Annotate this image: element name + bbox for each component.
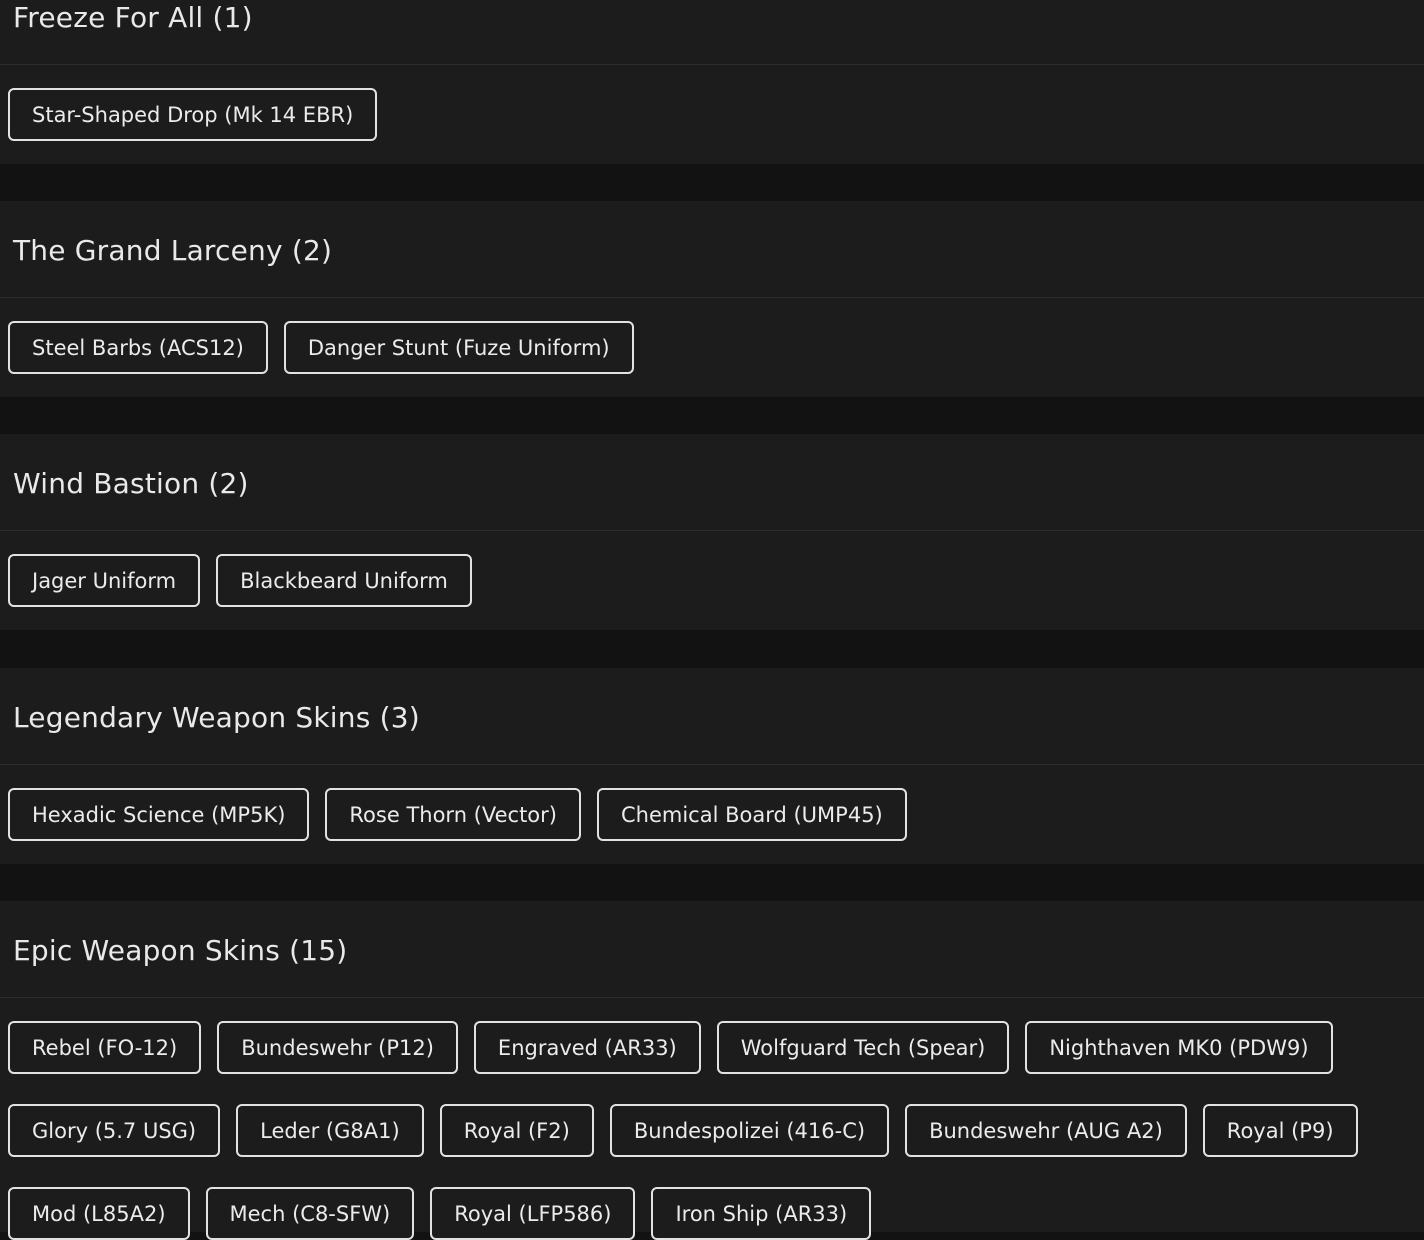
item-chip[interactable]: Glory (5.7 USG) bbox=[8, 1104, 221, 1157]
item-chip[interactable]: Blackbeard Uniform bbox=[216, 554, 472, 607]
item-chip[interactable]: Royal (P9) bbox=[1202, 1104, 1358, 1157]
section-title: The Grand Larceny (2) bbox=[13, 234, 333, 267]
section-wind-bastion: Wind Bastion (2) Jager Uniform Blackbear… bbox=[0, 434, 1424, 630]
item-chip[interactable]: Bundeswehr (AUG A2) bbox=[905, 1104, 1187, 1157]
section-header: Freeze For All (1) bbox=[0, 0, 1424, 65]
section-the-grand-larceny: The Grand Larceny (2) Steel Barbs (ACS12… bbox=[0, 201, 1424, 397]
item-list: Rebel (FO-12) Bundeswehr (P12) Engraved … bbox=[8, 1021, 1408, 1240]
item-chip[interactable]: Leder (G8A1) bbox=[236, 1104, 424, 1157]
section-title: Epic Weapon Skins (15) bbox=[13, 934, 348, 967]
section-header: The Grand Larceny (2) bbox=[0, 201, 1424, 298]
item-chip[interactable]: Star-Shaped Drop (Mk 14 EBR) bbox=[8, 88, 378, 141]
item-chip[interactable]: Rebel (FO-12) bbox=[8, 1021, 202, 1074]
item-chip[interactable]: Hexadic Science (MP5K) bbox=[8, 788, 310, 841]
item-chip[interactable]: Jager Uniform bbox=[8, 554, 201, 607]
item-chip[interactable]: Royal (LFP586) bbox=[430, 1187, 636, 1240]
section-header: Legendary Weapon Skins (3) bbox=[0, 668, 1424, 765]
item-chip[interactable]: Mod (L85A2) bbox=[8, 1187, 190, 1240]
item-chip[interactable]: Royal (F2) bbox=[439, 1104, 594, 1157]
item-list: Hexadic Science (MP5K) Rose Thorn (Vecto… bbox=[8, 788, 1408, 841]
item-chip[interactable]: Chemical Board (UMP45) bbox=[596, 788, 907, 841]
item-chip[interactable]: Bundespolizei (416-C) bbox=[609, 1104, 890, 1157]
item-chip[interactable]: Bundeswehr (P12) bbox=[217, 1021, 458, 1074]
item-chip[interactable]: Mech (C8-SFW) bbox=[205, 1187, 415, 1240]
section-title: Legendary Weapon Skins (3) bbox=[13, 701, 420, 734]
item-chip[interactable]: Iron Ship (AR33) bbox=[651, 1187, 872, 1240]
item-chip[interactable]: Rose Thorn (Vector) bbox=[325, 788, 581, 841]
section-legendary-weapon-skins: Legendary Weapon Skins (3) Hexadic Scien… bbox=[0, 668, 1424, 864]
item-chip[interactable]: Engraved (AR33) bbox=[473, 1021, 701, 1074]
section-title: Freeze For All (1) bbox=[13, 1, 253, 34]
item-chip[interactable]: Steel Barbs (ACS12) bbox=[8, 321, 268, 374]
item-chip[interactable]: Nighthaven MK0 (PDW9) bbox=[1025, 1021, 1333, 1074]
section-header: Wind Bastion (2) bbox=[0, 434, 1424, 531]
item-list: Steel Barbs (ACS12) Danger Stunt (Fuze U… bbox=[8, 321, 1408, 374]
item-chip[interactable]: Wolfguard Tech (Spear) bbox=[716, 1021, 1010, 1074]
section-freeze-for-all: Freeze For All (1) Star-Shaped Drop (Mk … bbox=[0, 0, 1424, 164]
section-epic-weapon-skins: Epic Weapon Skins (15) Rebel (FO-12) Bun… bbox=[0, 901, 1424, 1240]
section-header: Epic Weapon Skins (15) bbox=[0, 901, 1424, 998]
section-title: Wind Bastion (2) bbox=[13, 467, 249, 500]
item-chip[interactable]: Danger Stunt (Fuze Uniform) bbox=[283, 321, 634, 374]
item-list: Star-Shaped Drop (Mk 14 EBR) bbox=[8, 88, 1408, 141]
item-list: Jager Uniform Blackbeard Uniform bbox=[8, 554, 1408, 607]
